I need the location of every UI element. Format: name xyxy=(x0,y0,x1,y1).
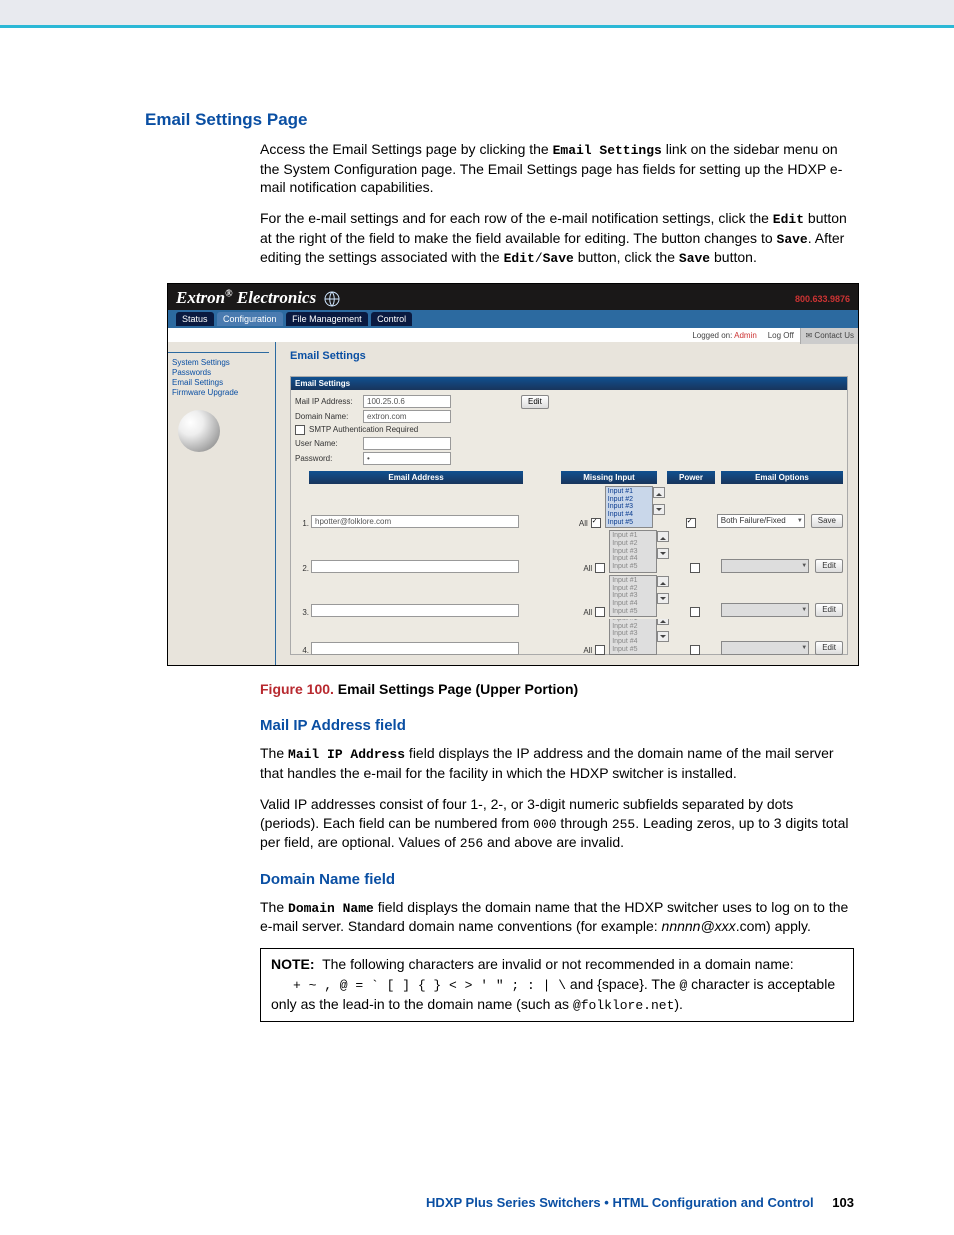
figure-caption: Figure 100. Email Settings Page (Upper P… xyxy=(260,681,854,697)
page-top-accent xyxy=(0,0,954,28)
sidebar: System Settings Passwords Email Settings… xyxy=(168,342,276,665)
checkbox-power[interactable] xyxy=(690,607,700,617)
label-domain: Domain Name: xyxy=(295,412,363,421)
tab-status[interactable]: Status xyxy=(176,312,214,326)
paragraph-mail-ip-1: The Mail IP Address field displays the I… xyxy=(260,744,854,782)
panel-header-email-settings: Email Settings xyxy=(291,377,847,390)
label-username: User Name: xyxy=(295,439,363,448)
checkbox-power[interactable] xyxy=(690,645,700,655)
note-box: NOTE: The following characters are inval… xyxy=(260,948,854,1022)
label-password: Password: xyxy=(295,454,363,463)
col-email-options: Email Options xyxy=(721,471,843,484)
select-email-options[interactable] xyxy=(721,559,809,573)
select-email-options[interactable]: Both Failure/Fixed xyxy=(717,514,805,528)
checkbox-all[interactable] xyxy=(591,518,601,528)
sidebar-item-passwords[interactable]: Passwords xyxy=(172,368,275,378)
col-email-address: Email Address xyxy=(309,471,523,484)
row-save-button[interactable]: Save xyxy=(811,514,843,528)
scroll-down-icon[interactable] xyxy=(657,631,669,642)
missing-input-list[interactable]: Input #1Input #2Input #3Input #4Input #5 xyxy=(605,486,653,528)
tab-control[interactable]: Control xyxy=(371,312,412,326)
email-input[interactable] xyxy=(311,560,519,573)
checkbox-power[interactable] xyxy=(686,518,696,528)
email-input[interactable] xyxy=(311,642,519,655)
heading-domain-name: Domain Name field xyxy=(260,871,854,888)
col-power: Power xyxy=(667,471,715,484)
label-mail-ip: Mail IP Address: xyxy=(295,397,363,406)
col-missing-input: Missing Input xyxy=(561,471,657,484)
select-email-options[interactable] xyxy=(721,641,809,655)
shot-tab-row: Status Configuration File Management Con… xyxy=(168,310,858,328)
paragraph-edit-save: For the e-mail settings and for each row… xyxy=(260,209,854,268)
paragraph-domain-name: The Domain Name field displays the domai… xyxy=(260,898,854,936)
globe-icon xyxy=(324,291,340,307)
scroll-down-icon[interactable] xyxy=(657,593,669,604)
input-password[interactable]: • xyxy=(363,452,451,465)
notify-row: 4. All Input #1Input #2Input #3Input #4I… xyxy=(295,619,843,655)
checkbox-all[interactable] xyxy=(595,563,605,573)
scroll-down-icon[interactable] xyxy=(653,504,665,515)
sidebar-item-email-settings[interactable]: Email Settings xyxy=(172,378,275,388)
select-email-options[interactable] xyxy=(721,603,809,617)
missing-input-list[interactable]: Input #1Input #2Input #3Input #4Input #5 xyxy=(609,530,657,572)
logoff-link[interactable]: Log Off xyxy=(768,331,794,340)
input-mail-ip[interactable]: 100.25.0.6 xyxy=(363,395,451,408)
paragraph-intro: Access the Email Settings page by clicki… xyxy=(260,140,854,197)
row-edit-button[interactable]: Edit xyxy=(815,559,843,573)
checkbox-all[interactable] xyxy=(595,607,605,617)
row-edit-button[interactable]: Edit xyxy=(815,641,843,655)
notify-row: 1. hpotter@folklore.com All Input #1Inpu… xyxy=(295,486,843,528)
sidebar-item-firmware-upgrade[interactable]: Firmware Upgrade xyxy=(172,388,275,398)
shot-auth-bar: Logged on: Admin Log Off ✉ Contact Us xyxy=(168,328,858,342)
row-edit-button[interactable]: Edit xyxy=(815,603,843,617)
input-username[interactable] xyxy=(363,437,451,450)
scroll-up-icon[interactable] xyxy=(657,576,669,587)
scroll-up-icon[interactable] xyxy=(657,531,669,542)
heading-email-settings-page: Email Settings Page xyxy=(145,110,854,130)
paragraph-mail-ip-2: Valid IP addresses consist of four 1-, 2… xyxy=(260,795,854,853)
email-input[interactable] xyxy=(311,604,519,617)
sidebar-item-system-settings[interactable]: System Settings xyxy=(172,358,275,368)
label-smtp-auth: SMTP Authentication Required xyxy=(309,425,418,434)
checkbox-power[interactable] xyxy=(690,563,700,573)
figure-email-settings-screenshot: Extron® Electronics 800.633.9876 Status … xyxy=(167,283,859,666)
heading-mail-ip-address: Mail IP Address field xyxy=(260,717,854,734)
list-header-row: Email Address Missing Input Power Email … xyxy=(295,471,843,484)
sidebar-globe-icon xyxy=(178,410,220,452)
email-input[interactable]: hpotter@folklore.com xyxy=(311,515,519,528)
tab-file-management[interactable]: File Management xyxy=(286,312,368,326)
input-domain[interactable]: extron.com xyxy=(363,410,451,423)
settings-edit-button[interactable]: Edit xyxy=(521,395,549,409)
tab-configuration[interactable]: Configuration xyxy=(217,312,283,326)
shot-brand-bar: Extron® Electronics 800.633.9876 xyxy=(168,284,858,310)
scroll-down-icon[interactable] xyxy=(657,548,669,559)
missing-input-list[interactable]: Input #1Input #2Input #3Input #4Input #5 xyxy=(609,575,657,617)
panel-email-settings: Email Settings Mail IP Address: 100.25.0… xyxy=(290,376,848,655)
checkbox-all[interactable] xyxy=(595,645,605,655)
checkbox-smtp-auth[interactable] xyxy=(295,425,305,435)
scroll-up-icon[interactable] xyxy=(657,619,669,625)
notify-row: 3. All Input #1Input #2Input #3Input #4I… xyxy=(295,575,843,617)
main-title: Email Settings xyxy=(290,350,848,362)
notify-row: 2. All Input #1Input #2Input #3Input #4I… xyxy=(295,530,843,572)
missing-input-list[interactable]: Input #1Input #2Input #3Input #4Input #5 xyxy=(609,619,657,655)
phone-number: 800.633.9876 xyxy=(795,294,850,304)
page-footer: HDXP Plus Series Switchers • HTML Config… xyxy=(426,1195,854,1210)
scroll-up-icon[interactable] xyxy=(653,487,665,498)
